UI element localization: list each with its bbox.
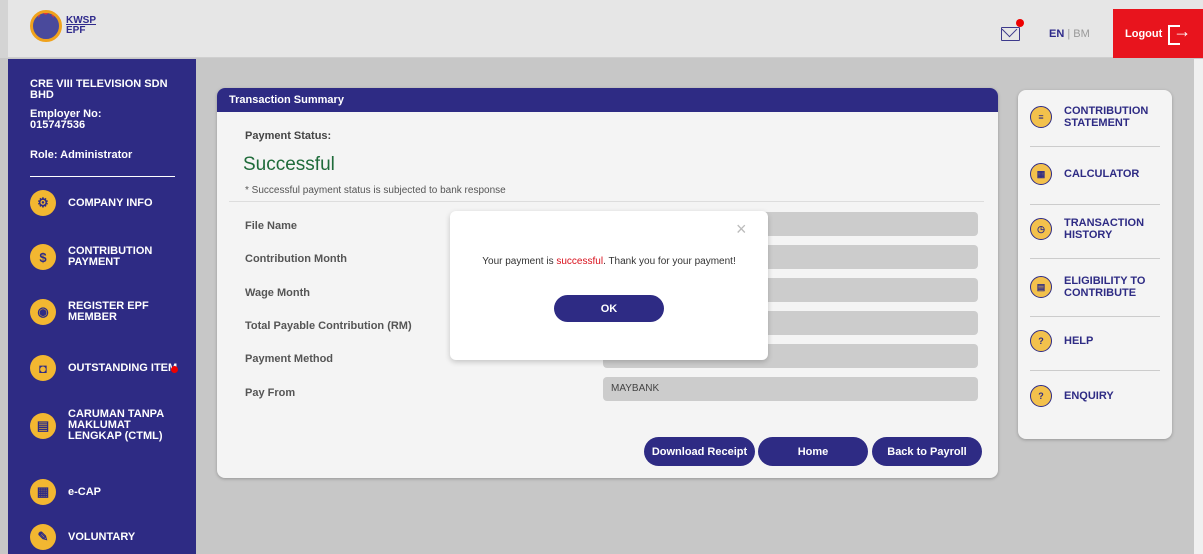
panel-divider — [1030, 146, 1160, 147]
mail-icon[interactable] — [1001, 19, 1024, 41]
quick-link-label: ELIGIBILITY TO CONTRIBUTE — [1064, 275, 1146, 299]
language-switch: EN | BM — [1049, 28, 1090, 40]
top-bar: KWSP EPF EN | BM Logout — [0, 0, 1203, 58]
calculator-link[interactable]: ▦ CALCULATOR — [1030, 163, 1159, 185]
sidebar-item-label: VOLUNTARY — [68, 530, 136, 543]
payment-success-dialog: × Your payment is successful. Thank you … — [450, 211, 768, 360]
home-button[interactable]: Home — [758, 437, 868, 466]
quick-link-label: CALCULATOR — [1064, 168, 1140, 180]
contribution-statement-link[interactable]: ≡ CONTRIBUTION STATEMENT — [1030, 105, 1159, 129]
file-name-label: File Name — [245, 220, 297, 232]
statement-icon: ≡ — [1030, 106, 1052, 128]
kwsp-logo[interactable]: KWSP EPF — [30, 10, 96, 42]
contribution-month-label: Contribution Month — [245, 253, 348, 265]
bag-icon: ◘ — [30, 355, 56, 381]
sidebar-item-ctml[interactable]: ▤ CARUMAN TANPA MAKLUMAT LENGKAP (CTML) — [30, 409, 178, 442]
help-link[interactable]: ? HELP — [1030, 330, 1159, 352]
dialog-message-suffix: . Thank you for your payment! — [603, 256, 736, 267]
logo-bottom-text: EPF — [66, 25, 86, 36]
pay-from-value: MAYBANK — [603, 377, 978, 401]
help-icon: ? — [1030, 330, 1052, 352]
panel-divider — [1030, 258, 1160, 259]
sidebar-item-label: CONTRIBUTION PAYMENT — [68, 245, 153, 268]
sidebar-item-company-info[interactable]: ⚙ COMPANY INFO — [30, 190, 178, 216]
quick-links-panel: ≡ CONTRIBUTION STATEMENT ▦ CALCULATOR ◷ … — [1018, 90, 1172, 439]
card-title: Transaction Summary — [217, 88, 998, 112]
download-receipt-button[interactable]: Download Receipt — [644, 437, 755, 466]
sidebar-divider — [30, 176, 175, 177]
total-payable-label: Total Payable Contribution (RM) — [245, 320, 412, 332]
payment-status-note: * Successful payment status is subjected… — [245, 185, 506, 196]
kwsp-emblem-icon — [30, 10, 62, 42]
ok-button[interactable]: OK — [554, 295, 664, 322]
eligibility-link[interactable]: ▤ ELIGIBILITY TO CONTRIBUTE — [1030, 275, 1159, 299]
sidebar-item-voluntary[interactable]: ✎ VOLUNTARY — [30, 524, 178, 550]
document-icon: ▤ — [30, 412, 56, 439]
back-to-payroll-button[interactable]: Back to Payroll — [872, 437, 982, 466]
sidebar-item-label: REGISTER EPF MEMBER — [68, 300, 149, 323]
lang-bm[interactable]: BM — [1073, 28, 1090, 40]
panel-divider — [1030, 204, 1160, 205]
enquiry-link[interactable]: ? ENQUIRY — [1030, 385, 1159, 407]
transaction-history-link[interactable]: ◷ TRANSACTION HISTORY — [1030, 217, 1159, 241]
page-scrollbar[interactable] — [1194, 59, 1203, 554]
user-icon: ◉ — [30, 299, 56, 325]
panel-divider — [1030, 316, 1160, 317]
employer-number: 015747536 — [30, 119, 86, 131]
sidebar-item-label: COMPANY INFO — [68, 196, 153, 209]
wage-month-label: Wage Month — [245, 287, 310, 299]
sidebar-item-register-epf-member[interactable]: ◉ REGISTER EPF MEMBER — [30, 299, 178, 325]
quick-link-label: TRANSACTION HISTORY — [1064, 217, 1145, 241]
sidebar-item-outstanding-item[interactable]: ◘ OUTSTANDING ITEM — [30, 355, 178, 381]
company-name: CRE VIII TELEVISION SDN BHD — [30, 78, 168, 101]
dollar-icon: $ — [30, 244, 56, 270]
shop-icon: ▦ — [30, 479, 56, 505]
lang-separator: | — [1067, 28, 1071, 40]
user-role: Role: Administrator — [30, 149, 133, 161]
top-bar-edge — [0, 0, 8, 58]
logout-label: Logout — [1125, 27, 1163, 40]
alert-dot — [171, 366, 178, 373]
card-divider — [229, 201, 984, 202]
quick-link-label: ENQUIRY — [1064, 390, 1114, 402]
quick-link-label: CONTRIBUTION STATEMENT — [1064, 105, 1149, 129]
pay-from-label: Pay From — [245, 387, 296, 399]
logout-button[interactable]: Logout — [1113, 9, 1203, 58]
logo-text: KWSP EPF — [66, 16, 96, 36]
dialog-message-highlight: successful — [556, 256, 604, 267]
sidebar-item-e-cap[interactable]: ▦ e-CAP — [30, 479, 178, 505]
eligibility-icon: ▤ — [1030, 276, 1052, 298]
dialog-message-prefix: Your payment is — [482, 256, 557, 267]
payment-method-label: Payment Method — [245, 353, 334, 365]
voluntary-icon: ✎ — [30, 524, 56, 550]
quick-link-label: HELP — [1064, 335, 1094, 347]
sidebar: CRE VIII TELEVISION SDN BHD Employer No:… — [8, 59, 196, 554]
close-icon[interactable]: × — [736, 219, 747, 240]
panel-divider — [1030, 370, 1160, 371]
payment-status-label: Payment Status: — [245, 130, 332, 142]
sidebar-item-label: CARUMAN TANPA MAKLUMAT LENGKAP (CTML) — [68, 408, 164, 442]
sidebar-item-label: e-CAP — [68, 485, 102, 498]
dialog-message: Your payment is successful. Thank you fo… — [450, 256, 768, 267]
payment-status-value: Successful — [243, 154, 335, 175]
history-icon: ◷ — [1030, 218, 1052, 240]
sidebar-item-contribution-payment[interactable]: $ CONTRIBUTION PAYMENT — [30, 244, 178, 270]
sidebar-item-label: OUTSTANDING ITEM — [68, 361, 178, 374]
lang-en[interactable]: EN — [1049, 28, 1064, 40]
notification-dot — [1016, 19, 1024, 27]
employer-info: Employer No: 015747536 — [30, 109, 102, 131]
enquiry-icon: ? — [1030, 385, 1052, 407]
calculator-icon: ▦ — [1030, 163, 1052, 185]
logout-icon — [1168, 21, 1191, 45]
gear-icon: ⚙ — [30, 190, 56, 216]
